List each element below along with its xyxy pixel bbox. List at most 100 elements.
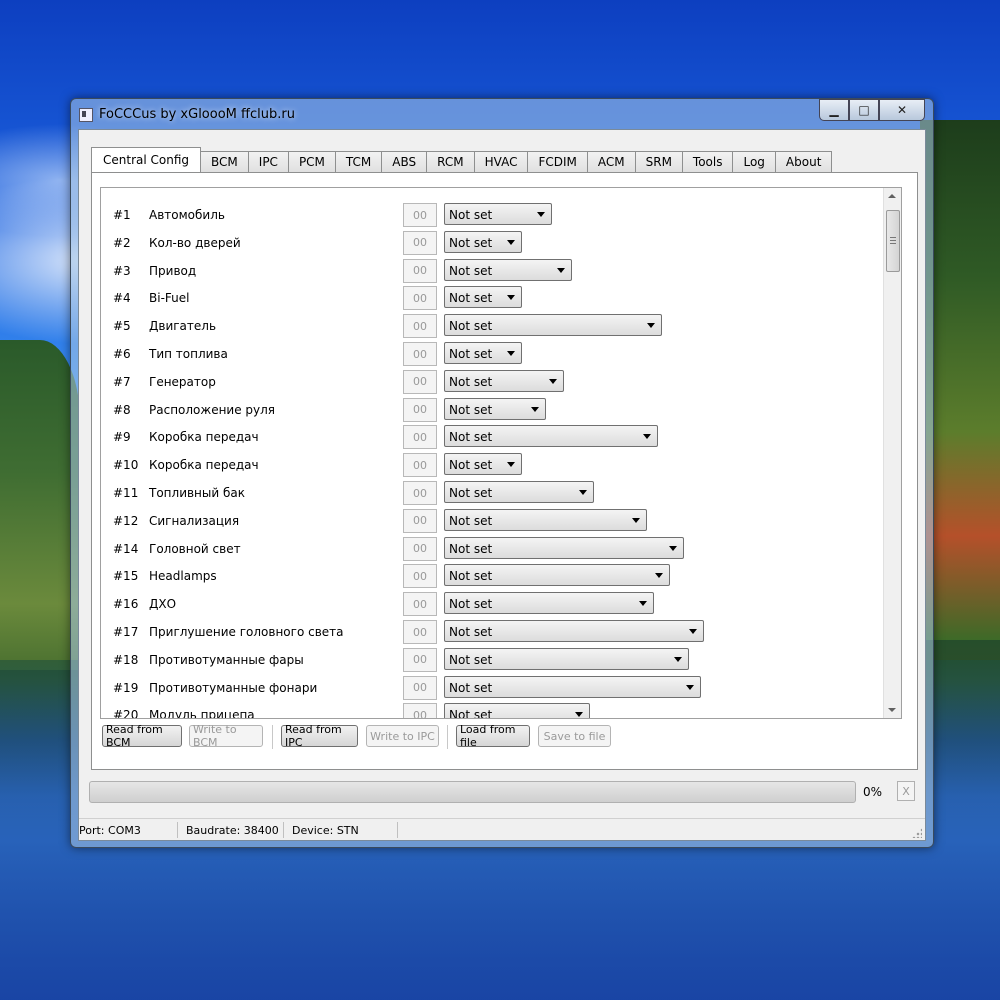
- hex-value-field[interactable]: 00: [403, 314, 437, 339]
- row-label: Генератор: [149, 374, 216, 389]
- scroll-up-arrow-icon[interactable]: [888, 194, 896, 198]
- dropdown-selected-value: Not set: [449, 680, 493, 695]
- tab-rcm[interactable]: RCM: [426, 151, 475, 172]
- value-dropdown[interactable]: Not set: [444, 314, 662, 337]
- central-config-panel: #1 Автомобиль 00 Not set #2 Кол-во дверей 00 No…: [91, 172, 918, 770]
- dropdown-selected-value: Not set: [449, 235, 493, 250]
- row-label: Тип топлива: [149, 347, 228, 361]
- hex-value-field[interactable]: 00: [403, 647, 437, 672]
- value-dropdown[interactable]: Not set: [444, 703, 590, 718]
- value-dropdown[interactable]: Not set: [444, 675, 701, 698]
- read-from-ipc-button[interactable]: Read from IPC: [281, 723, 358, 749]
- hex-value-field[interactable]: 00: [403, 397, 437, 422]
- value-dropdown[interactable]: Not set: [444, 508, 647, 531]
- chevron-down-icon: [531, 406, 539, 412]
- hex-value-field[interactable]: 00: [403, 203, 437, 227]
- write-to-bcm-button[interactable]: Write to BCM: [189, 723, 263, 749]
- config-row: #5 Двигатель 00 Not set: [101, 313, 881, 339]
- hex-value-field[interactable]: 00: [403, 286, 437, 311]
- value-dropdown[interactable]: Not set: [444, 425, 658, 448]
- tab-acm[interactable]: ACM: [586, 151, 636, 172]
- tab-tools[interactable]: Tools: [681, 151, 734, 172]
- row-label: Противотуманные фары: [149, 652, 304, 667]
- row-number: #3: [113, 263, 131, 278]
- config-row: #17 Приглушение головного света 00 Not set: [101, 619, 881, 645]
- row-label: Bi-Fuel: [149, 291, 190, 306]
- maximize-button[interactable]: □: [849, 99, 879, 121]
- scroll-thumb[interactable]: [886, 210, 900, 272]
- config-row: #9 Коробка передач 00 Not set: [101, 424, 881, 450]
- tab-abs[interactable]: ABS: [381, 151, 428, 172]
- hex-value-field[interactable]: 00: [403, 703, 437, 718]
- close-button[interactable]: ✕: [879, 99, 925, 121]
- value-dropdown[interactable]: Not set: [444, 342, 522, 364]
- chevron-down-icon: [507, 462, 515, 468]
- value-dropdown[interactable]: Not set: [444, 203, 552, 225]
- resize-grip-icon[interactable]: [912, 828, 922, 838]
- value-dropdown[interactable]: Not set: [444, 369, 564, 392]
- hex-value-field[interactable]: 00: [403, 536, 437, 561]
- value-dropdown[interactable]: Not set: [444, 647, 689, 670]
- chevron-down-icon: [507, 351, 515, 356]
- save-to-file-button[interactable]: Save to file: [538, 725, 611, 747]
- status-separator: [397, 822, 398, 838]
- hex-value-field[interactable]: 00: [403, 425, 437, 450]
- app-icon: [79, 108, 93, 122]
- chevron-down-icon: [557, 267, 565, 273]
- write-to-ipc-button[interactable]: Write to IPC: [366, 725, 439, 747]
- tab-bcm[interactable]: BCM: [200, 151, 249, 172]
- load-from-file-button[interactable]: Load from file: [456, 723, 530, 749]
- tab-fcdim[interactable]: FCDIM: [527, 151, 588, 172]
- value-dropdown[interactable]: Not set: [444, 481, 594, 503]
- value-dropdown[interactable]: Not set: [444, 536, 684, 559]
- window-title: FoCCCus by xGloooM ffclub.ru: [99, 107, 295, 122]
- tab-tcm[interactable]: TCM: [334, 151, 383, 172]
- value-dropdown[interactable]: Not set: [444, 286, 522, 309]
- hex-value-field[interactable]: 00: [403, 592, 437, 617]
- dropdown-selected-value: Not set: [449, 486, 493, 500]
- tab-about[interactable]: About: [774, 151, 833, 172]
- scroll-down-arrow-icon[interactable]: [888, 708, 896, 712]
- hex-value-field[interactable]: 00: [403, 481, 437, 505]
- cancel-button[interactable]: X: [897, 781, 915, 801]
- tab-central-config[interactable]: Central Config: [91, 147, 202, 172]
- tab-hvac[interactable]: HVAC: [473, 151, 529, 172]
- row-label: Приглушение головного света: [149, 625, 344, 639]
- hex-value-field[interactable]: 00: [403, 508, 437, 533]
- value-dropdown[interactable]: Not set: [444, 592, 654, 615]
- read-from-bcm-button[interactable]: Read from BCM: [102, 723, 182, 749]
- row-number: #12: [113, 513, 139, 528]
- grip-icon: [890, 237, 896, 238]
- tab-pcm[interactable]: PCM: [287, 151, 336, 172]
- separator: [447, 725, 448, 749]
- value-dropdown[interactable]: Not set: [444, 453, 522, 476]
- row-number: #14: [113, 541, 139, 556]
- config-row: #19 Противотуманные фонари 00 Not set: [101, 675, 881, 701]
- row-label: Модуль прицепа: [149, 708, 255, 719]
- tab-srm[interactable]: SRM: [634, 151, 683, 172]
- hex-value-field[interactable]: 00: [403, 620, 437, 644]
- hex-value-field[interactable]: 00: [403, 564, 437, 589]
- value-dropdown[interactable]: Not set: [444, 564, 670, 587]
- tab-log[interactable]: Log: [732, 151, 776, 172]
- tab-ipc[interactable]: IPC: [247, 151, 289, 172]
- hex-value-field[interactable]: 00: [403, 230, 437, 255]
- value-dropdown[interactable]: Not set: [444, 230, 522, 253]
- hex-value-field[interactable]: 00: [403, 675, 437, 700]
- title-bar[interactable]: FoCCCus by xGloooM ffclub.ru ▁ □ ✕: [71, 99, 933, 131]
- chevron-down-icon: [655, 573, 663, 579]
- value-dropdown[interactable]: Not set: [444, 397, 546, 420]
- hex-value-field[interactable]: 00: [403, 453, 437, 478]
- hex-value-field[interactable]: 00: [403, 258, 437, 283]
- vertical-scrollbar[interactable]: [883, 188, 901, 718]
- chevron-down-icon: [575, 712, 583, 718]
- minimize-button[interactable]: ▁: [819, 99, 849, 121]
- value-dropdown[interactable]: Not set: [444, 620, 704, 642]
- value-dropdown[interactable]: Not set: [444, 258, 572, 281]
- row-number: #5: [113, 319, 131, 334]
- hex-value-field[interactable]: 00: [403, 342, 437, 366]
- status-separator: [177, 822, 178, 838]
- dropdown-selected-value: Not set: [449, 374, 493, 389]
- hex-value-field[interactable]: 00: [403, 369, 437, 394]
- client-area: Central Config BCM IPC PCM TCM ABS RCM HVAC FCDI…: [78, 129, 926, 841]
